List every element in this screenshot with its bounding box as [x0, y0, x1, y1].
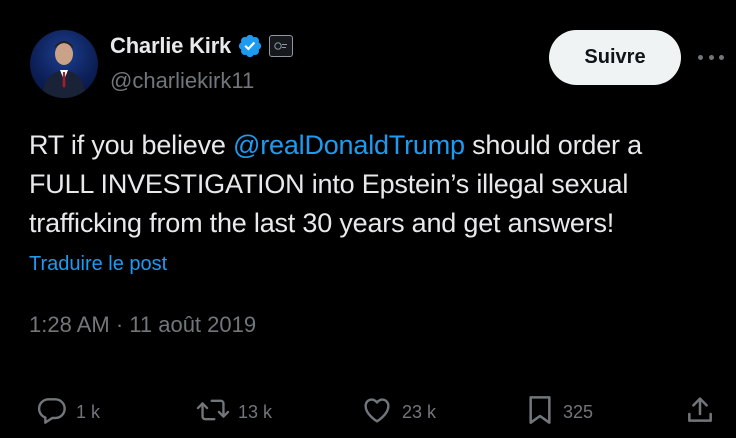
bookmark-count: 325 [563, 401, 594, 422]
tweet-text: RT if you believe @realDonaldTrump shoul… [29, 126, 719, 243]
reply-icon [36, 394, 68, 431]
share-button[interactable] [684, 390, 724, 434]
tweet-text-segment: should order a [464, 130, 642, 160]
reply-count: 1 k [76, 401, 101, 422]
retweet-count: 13 k [238, 401, 273, 422]
verified-badge-icon[interactable] [237, 33, 263, 59]
author-name-row: Charlie Kirk [110, 32, 294, 60]
author-handle[interactable]: @charliekirk11 [110, 68, 254, 94]
avatar[interactable] [30, 30, 98, 98]
reply-button[interactable]: 1 k [36, 390, 100, 434]
more-horizontal-icon[interactable] [698, 46, 724, 68]
tweet-text-line-3: trafficking from the last 30 years and g… [29, 208, 615, 238]
avatar-image [42, 41, 86, 98]
tweet-text-line-1: RT if you believe @realDonaldTrump shoul… [29, 126, 719, 165]
heart-icon [360, 394, 394, 431]
bookmark-button[interactable]: 325 [525, 390, 593, 434]
like-count: 23 k [402, 401, 437, 422]
retweet-icon [196, 394, 230, 431]
author-display-name[interactable]: Charlie Kirk [110, 33, 231, 59]
tweet-actions-bar: 1 k 13 k 23 k 325 [0, 390, 736, 434]
tweet-timestamp[interactable]: 1:28 AM · 11 août 2019 [29, 312, 256, 338]
translate-post-link[interactable]: Traduire le post [29, 253, 167, 276]
like-button[interactable]: 23 k [360, 390, 436, 434]
bookmark-icon [525, 394, 555, 431]
share-icon [684, 394, 716, 431]
retweet-button[interactable]: 13 k [196, 390, 272, 434]
mention-link[interactable]: @realDonaldTrump [233, 130, 465, 160]
affiliate-badge-icon[interactable] [269, 35, 294, 57]
follow-button[interactable]: Suivre [549, 30, 681, 85]
tweet-text-segment: RT if you believe [29, 130, 234, 160]
tweet-text-line-2: FULL INVESTIGATION into Epstein’s illega… [29, 169, 629, 199]
